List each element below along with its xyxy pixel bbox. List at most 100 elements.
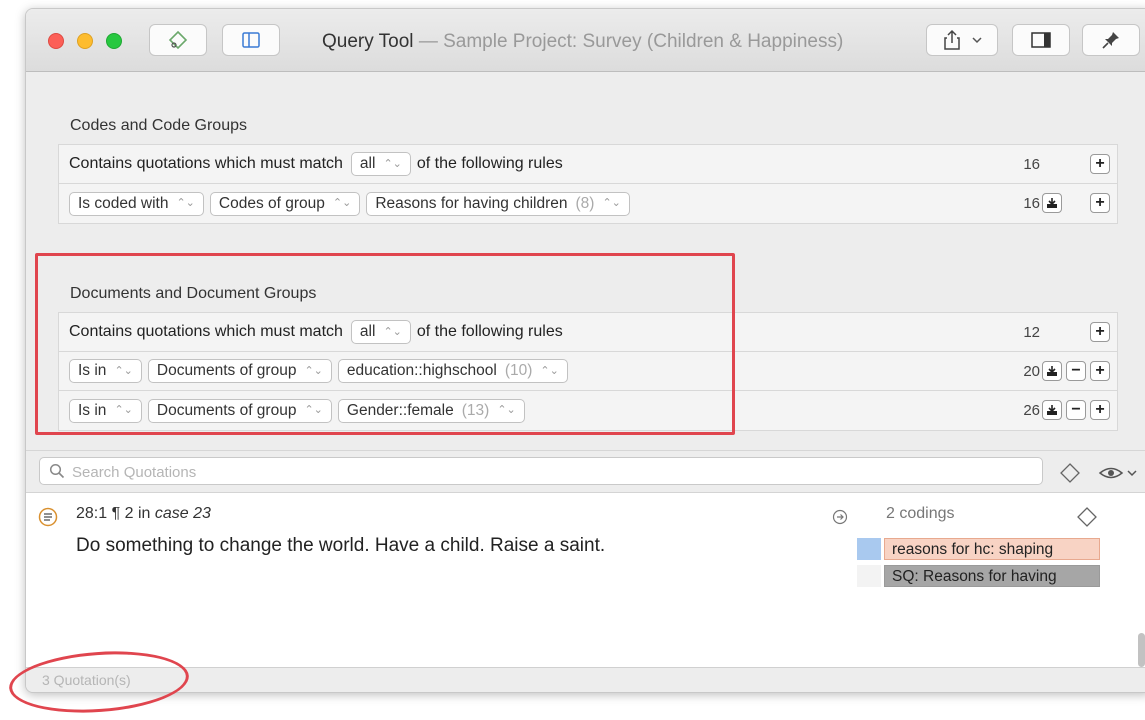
match-prefix-label: Contains quotations which must match: [69, 155, 343, 172]
status-bar: 3 Quotation(s): [26, 667, 1145, 692]
documents-section-title: Documents and Document Groups: [70, 285, 317, 302]
rule-value: Reasons for having children: [375, 194, 568, 212]
rule-scope-popup[interactable]: Documents of group ⌃⌄: [147, 398, 332, 423]
list-item[interactable]: 28:1 ¶ 2 in case 23 Do something to chan…: [26, 493, 1145, 603]
add-rule-button[interactable]: +: [1090, 361, 1110, 381]
rule-value-count: (10): [504, 362, 533, 379]
quotation-text: Do something to change the world. Have a…: [76, 535, 606, 556]
match-suffix-label: of the following rules: [416, 323, 563, 340]
updown-icon: ⌃⌄: [332, 197, 352, 209]
codes-rule-row: Is coded with ⌃⌄ Codes of group ⌃⌄ Reasons…: [59, 184, 1117, 223]
rule-value: Gender::female: [346, 401, 454, 419]
code-filter-icon[interactable]: [1059, 462, 1081, 484]
search-field[interactable]: [39, 457, 1043, 485]
code-swatch: [857, 538, 881, 560]
updown-icon: ⌃⌄: [540, 364, 559, 377]
quotation-count-status: 3 Quotation(s): [42, 672, 131, 688]
match-mode-popup[interactable]: all ⌃⌄: [350, 152, 411, 176]
updown-icon: ⌃⌄: [114, 404, 133, 416]
match-prefix-label: Contains quotations which must match: [69, 323, 343, 340]
codes-section-title: Codes and Code Groups: [70, 117, 247, 134]
documents-rule-row: Is in ⌃⌄ Documents of group ⌃⌄ Gender::fem…: [59, 391, 1117, 430]
rule-operator-value: Is in: [78, 362, 107, 379]
search-bar-area: [26, 450, 1145, 493]
documents-rule-row: Is in ⌃⌄ Documents of group ⌃⌄ education::…: [59, 352, 1117, 391]
remove-rule-button[interactable]: −: [1066, 361, 1086, 381]
search-icon: [49, 463, 65, 479]
rule-operator-value: Is in: [78, 401, 107, 419]
window-title-project: — Sample Project: Survey (Children & Hap…: [418, 31, 844, 52]
add-rule-button[interactable]: +: [1090, 322, 1110, 342]
codes-rule-table: Contains quotations which must match all…: [58, 144, 1118, 224]
go-to-quotation-icon[interactable]: [832, 509, 848, 525]
window-title-main: Query Tool: [322, 31, 414, 52]
updown-icon: ⌃⌄: [304, 364, 323, 377]
pin-icon: [1101, 30, 1121, 50]
add-code-icon[interactable]: [1077, 507, 1097, 527]
updown-icon: ⌃⌄: [383, 157, 402, 170]
pin-button[interactable]: [1082, 24, 1140, 56]
rule-value-popup[interactable]: Gender::female (13) ⌃⌄: [337, 398, 525, 423]
search-input[interactable]: [70, 461, 974, 483]
match-mode-popup[interactable]: all ⌃⌄: [350, 320, 411, 344]
rule-value-count: (13): [461, 401, 490, 419]
rule-value-popup[interactable]: education::highschool (10) ⌃⌄: [337, 359, 568, 383]
inspector-toggle-button[interactable]: [1012, 24, 1070, 56]
quotation-text-icon: [38, 507, 58, 527]
rule-value-popup[interactable]: Reasons for having children (8) ⌃⌄: [366, 191, 630, 216]
window-title: Query Tool — Sample Project: Survey (Chi…: [322, 31, 843, 53]
code-tag[interactable]: SQ: Reasons for having: [884, 565, 1100, 587]
updown-icon: ⌃⌄: [304, 404, 323, 416]
rule-count: 16: [1023, 195, 1040, 212]
remove-rule-button[interactable]: −: [1066, 400, 1086, 420]
updown-icon: ⌃⌄: [497, 404, 516, 416]
rule-operator-popup[interactable]: Is in ⌃⌄: [69, 359, 142, 383]
download-icon: [1047, 198, 1057, 208]
updown-icon: ⌃⌄: [383, 325, 402, 338]
panel-icon: [1030, 31, 1052, 49]
download-icon: [1047, 366, 1057, 376]
nest-rule-button[interactable]: [1042, 361, 1062, 381]
sidebar-icon: [241, 31, 261, 49]
code-icon: [167, 29, 189, 51]
quotation-paragraph: ¶ 2 in: [111, 505, 151, 522]
documents-rule-table: Contains quotations which must match all…: [58, 312, 1118, 431]
add-rule-button[interactable]: +: [1090, 154, 1110, 174]
chevron-down-icon: [972, 36, 982, 44]
code-swatch: [857, 565, 881, 587]
nest-rule-button[interactable]: [1042, 193, 1062, 213]
match-mode-value: all: [359, 155, 376, 172]
rule-operator-value: Is coded with: [78, 194, 169, 212]
add-rule-button[interactable]: +: [1090, 193, 1110, 213]
quotation-id: 28:1 ¶ 2 in case 23: [76, 505, 211, 523]
rule-operator-popup[interactable]: Is coded with ⌃⌄: [69, 191, 204, 216]
quotation-number: 28:1: [76, 505, 108, 522]
code-button[interactable]: [149, 24, 207, 56]
share-button[interactable]: [926, 24, 998, 56]
eye-icon[interactable]: [1098, 464, 1138, 482]
minimize-button[interactable]: [77, 33, 93, 49]
query-editor: Codes and Code Groups Contains quotation…: [26, 72, 1145, 450]
rule-value: education::highschool: [346, 362, 497, 379]
title-bar: Query Tool — Sample Project: Survey (Chi…: [26, 9, 1145, 72]
rule-scope-popup[interactable]: Codes of group ⌃⌄: [209, 191, 361, 216]
rule-operator-popup[interactable]: Is in ⌃⌄: [69, 398, 142, 423]
rule-count: 12: [1023, 323, 1040, 341]
close-button[interactable]: [48, 33, 64, 49]
updown-icon: ⌃⌄: [114, 364, 133, 377]
query-tool-window: Query Tool — Sample Project: Survey (Chi…: [25, 8, 1145, 693]
codings-count: 2 codings: [886, 505, 955, 522]
scrollbar[interactable]: [1138, 633, 1145, 667]
download-icon: [1047, 405, 1057, 415]
rule-value-count: (8): [575, 194, 595, 212]
quotation-list: 28:1 ¶ 2 in case 23 Do something to chan…: [26, 492, 1145, 669]
code-tag[interactable]: reasons for hc: shaping: [884, 538, 1100, 560]
nest-rule-button[interactable]: [1042, 400, 1062, 420]
sidebar-toggle-button[interactable]: [222, 24, 280, 56]
rule-scope-popup[interactable]: Documents of group ⌃⌄: [147, 359, 332, 383]
rule-scope-value: Documents of group: [156, 401, 297, 419]
zoom-button[interactable]: [106, 33, 122, 49]
match-mode-value: all: [359, 323, 376, 340]
add-rule-button[interactable]: +: [1090, 400, 1110, 420]
rule-scope-value: Codes of group: [218, 194, 325, 212]
